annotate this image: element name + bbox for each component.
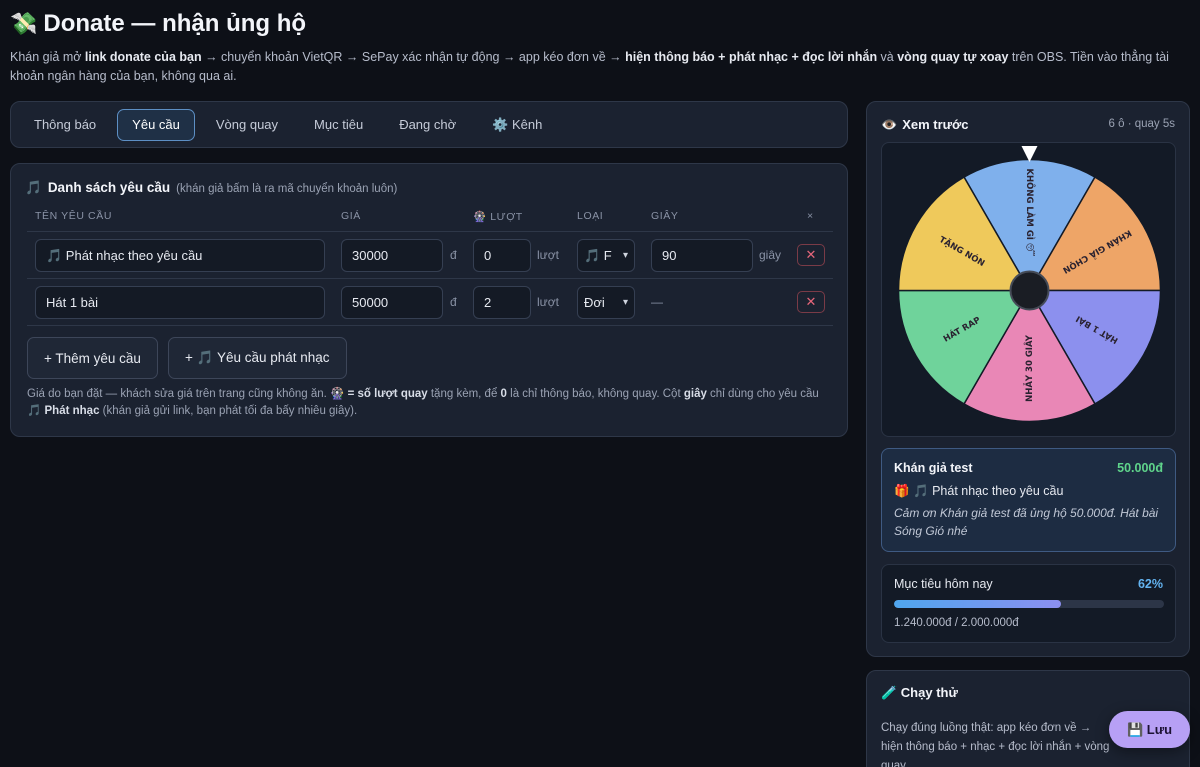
chevron-down-icon: ▾ xyxy=(622,250,628,261)
page-title-text: Donate — nhận ủng hộ xyxy=(43,10,307,37)
col-type: LOẠI xyxy=(577,210,604,222)
page-intro: Khán giả mở link donate của bạn → chuyển… xyxy=(10,48,1190,86)
goal-percent: 62% xyxy=(1137,577,1163,591)
request-seconds-input[interactable]: 90 xyxy=(651,239,753,272)
request-spins-input[interactable]: 0 xyxy=(473,239,531,272)
table-header: TÊN YÊU CẦU GIÁ 🎡 LƯỢT LOẠI GIÂY × xyxy=(27,208,833,232)
alert-preview: Khán giả test 50.000đ 🎁 🎵 Phát nhạc theo… xyxy=(881,448,1176,552)
seconds-unit: giây xyxy=(759,248,782,262)
request-list-subtitle: (khán giả bấm là ra mã chuyển khoản luôn… xyxy=(176,183,398,195)
donation-amount: 50.000đ xyxy=(1117,461,1163,475)
request-name-input[interactable]: 🎵 Phát nhạc theo yêu cầu xyxy=(35,239,325,272)
chevron-down-icon: ▾ xyxy=(622,297,628,308)
wheel-preview: KHÔNG LÀM GÌ 😴 KHÁN GIẢ CHỌN HÁT 1 BÀI NHẢY… xyxy=(881,142,1176,437)
money-icon: 💸 xyxy=(10,11,38,36)
intro-strong: vòng quay tự xoay xyxy=(897,50,1009,64)
request-type-select[interactable]: 🎵 F ▾ xyxy=(577,239,635,272)
request-price-input[interactable]: 50000 xyxy=(341,286,443,319)
preview-panel: 👁️ Xem trước 6 ô · quay 5s KHÔNG LÀM GÌ … xyxy=(866,101,1190,657)
request-type-value: 🎵 F xyxy=(584,247,612,263)
request-type-select[interactable]: Đơi ▾ xyxy=(577,286,635,319)
save-button[interactable]: 💾 Lưu xyxy=(1109,711,1190,748)
spin-wheel: KHÔNG LÀM GÌ 😴 KHÁN GIẢ CHỌNHÁT 1 BÀINHẢY… xyxy=(897,146,1162,423)
request-list-title: Danh sách yêu cầu xyxy=(47,180,171,195)
page-title: 💸 Donate — nhận ủng hộ xyxy=(10,10,306,38)
add-music-request-button[interactable]: + 🎵 Yêu cầu phát nhạc xyxy=(168,337,347,379)
goal-label: Mục tiêu hôm nay xyxy=(894,577,993,591)
preview-title: Xem trước xyxy=(902,117,969,132)
goal-preview: Mục tiêu hôm nay 62% 1.240.000đ / 2.000.… xyxy=(881,564,1176,643)
note-text: Giá do bạn đặt — khách sửa giá trên tran… xyxy=(27,388,348,400)
col-spins: 🎡 LƯỢT xyxy=(473,211,523,223)
intro-strong: hiện thông báo + phát nhạc + đọc lời nhắ… xyxy=(625,50,878,64)
trial-title: 🧪 Chạy thử xyxy=(881,685,958,700)
wheel-segment-label: KHÔNG LÀM GÌ 😴 xyxy=(1024,168,1036,256)
eye-icon: 👁️ xyxy=(881,117,898,132)
wheel-hub xyxy=(1009,270,1050,311)
currency-unit: đ xyxy=(450,295,457,309)
delete-row-button[interactable]: ✕ xyxy=(797,244,825,266)
donor-name: Khán giả test xyxy=(894,461,973,475)
request-list-header: 🎵 Danh sách yêu cầu (khán giả bấm là ra … xyxy=(25,180,397,196)
note-strong: Phát nhạc xyxy=(44,405,100,417)
request-help-note: Giá do bạn đặt — khách sửa giá trên tran… xyxy=(27,386,833,420)
spin-unit: lượt xyxy=(537,295,559,309)
donation-message: Cảm ơn Khán giả test đã ủng hộ 50.000đ. … xyxy=(894,506,1159,538)
tab-notifications[interactable]: Thông báo xyxy=(19,109,111,141)
col-price: GIÁ xyxy=(341,210,361,222)
note-strong: = số lượt quay xyxy=(347,388,428,400)
tab-goal[interactable]: Mục tiêu xyxy=(299,109,378,141)
request-spins-input[interactable]: 2 xyxy=(473,286,531,319)
note-strong: giây xyxy=(683,388,707,400)
request-list-panel: 🎵 Danh sách yêu cầu (khán giả bấm là ra … xyxy=(10,163,848,437)
note-text: là chỉ thông báo, không quay. Cột xyxy=(506,388,684,400)
wheel-segment-label: NHẢY 30 GIÂY xyxy=(1023,334,1035,402)
request-name-input[interactable]: Hát 1 bài xyxy=(35,286,325,319)
preview-meta: 6 ô · quay 5s xyxy=(1108,118,1175,130)
table-row: Hát 1 bài 50000 đ 2 lượt Đơi ▾ — ✕ xyxy=(27,279,833,326)
tab-requests[interactable]: Yêu cầu xyxy=(117,108,195,141)
request-seconds-empty: — xyxy=(651,295,663,309)
music-icon: 🎵 xyxy=(25,180,42,195)
table-row: 🎵 Phát nhạc theo yêu cầu 30000 đ 0 lượt … xyxy=(27,232,833,279)
col-delete: × xyxy=(807,210,814,222)
request-price-input[interactable]: 30000 xyxy=(341,239,443,272)
goal-progress-fill xyxy=(894,600,1062,608)
delete-row-button[interactable]: ✕ xyxy=(797,291,825,313)
tab-wheel[interactable]: Vòng quay xyxy=(201,109,293,141)
spin-unit: lượt xyxy=(537,248,559,262)
currency-unit: đ xyxy=(450,248,457,262)
intro-strong: link donate của bạn xyxy=(84,50,202,64)
donation-item: 🎁 🎵 Phát nhạc theo yêu cầu xyxy=(894,484,1064,498)
tab-channel[interactable]: ⚙️ Kênh xyxy=(477,109,557,141)
tab-bar: Thông báo Yêu cầu Vòng quay Mục tiêu Đan… xyxy=(10,101,848,148)
note-text: tặng kèm, để xyxy=(427,388,501,400)
preview-header: 👁️ Xem trước xyxy=(881,117,969,133)
trial-description: Chạy đúng luồng thật: app kéo đơn về → h… xyxy=(881,722,1110,767)
tab-pending[interactable]: Đang chờ xyxy=(384,109,471,141)
note-text: (khán giả gửi link, bạn phát tối đa bấy … xyxy=(99,405,358,417)
request-type-value: Đơi xyxy=(584,295,605,310)
intro-text: Khán giả mở xyxy=(10,50,85,64)
goal-summary: 1.240.000đ / 2.000.000đ xyxy=(894,617,1019,629)
intro-text: → chuyển khoản VietQR → SePay xác nhận t… xyxy=(201,50,626,64)
col-seconds: GIÂY xyxy=(651,210,679,222)
col-name: TÊN YÊU CẦU xyxy=(35,210,113,222)
goal-progress-track xyxy=(894,600,1164,608)
add-request-button[interactable]: + Thêm yêu cầu xyxy=(27,337,158,379)
intro-text: và xyxy=(877,50,898,64)
